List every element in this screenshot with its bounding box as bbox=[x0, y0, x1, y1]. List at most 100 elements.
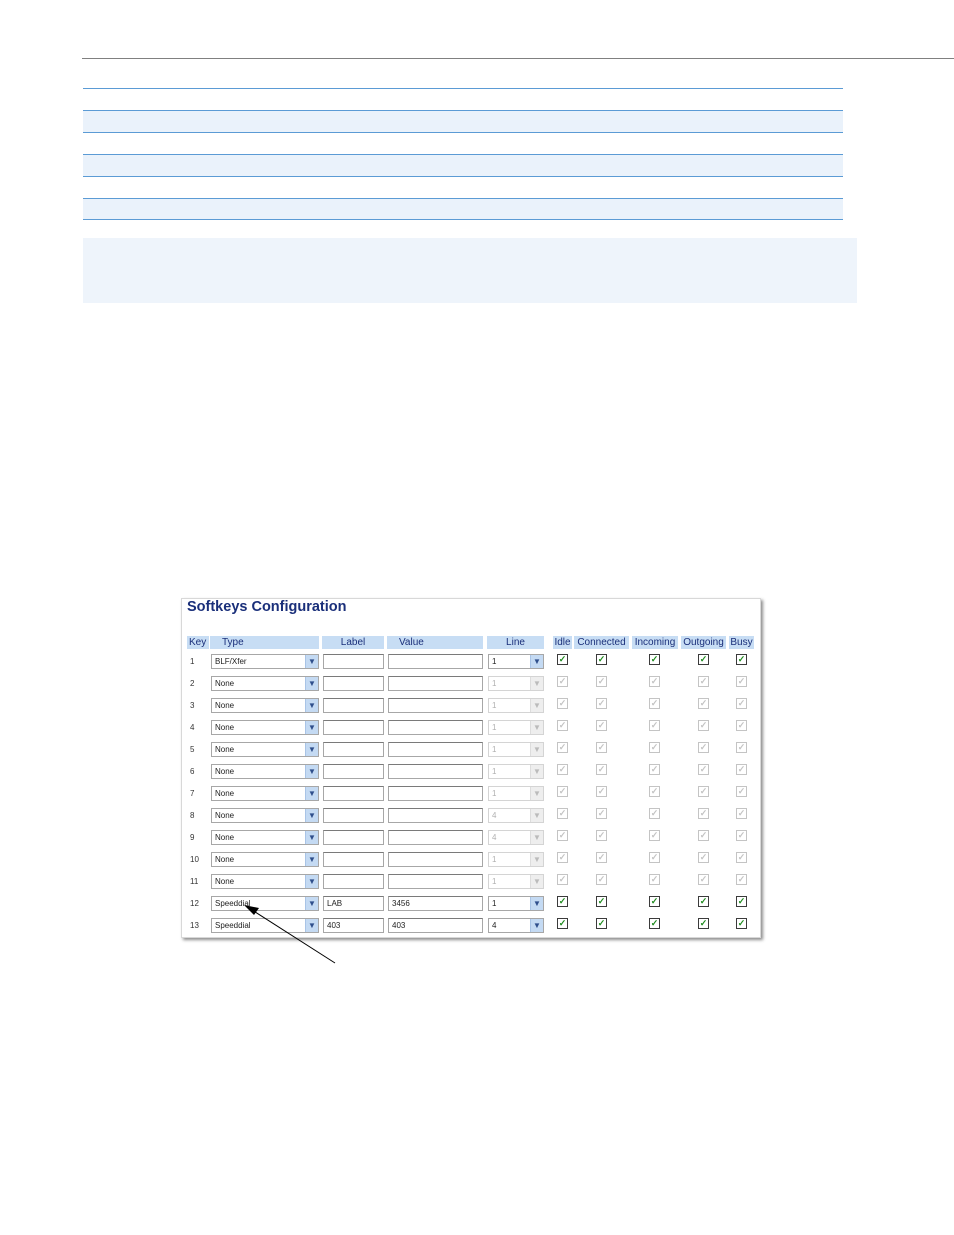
softkey-busy-checkbox[interactable]: ✓ bbox=[736, 764, 747, 775]
softkey-type-select[interactable]: None ▼ bbox=[211, 764, 319, 779]
softkey-incoming-checkbox[interactable]: ✓ bbox=[649, 874, 660, 885]
softkey-busy-checkbox[interactable]: ✓ bbox=[736, 742, 747, 753]
softkey-type-select[interactable]: None ▼ bbox=[211, 720, 319, 735]
softkey-value-input[interactable] bbox=[388, 720, 483, 735]
softkey-outgoing-checkbox[interactable]: ✓ bbox=[698, 720, 709, 731]
softkey-value-input[interactable] bbox=[388, 698, 483, 713]
softkey-type-select[interactable]: None ▼ bbox=[211, 808, 319, 823]
softkey-busy-checkbox[interactable]: ✓ bbox=[736, 896, 747, 907]
softkey-busy-checkbox[interactable]: ✓ bbox=[736, 786, 747, 797]
softkey-idle-checkbox[interactable]: ✓ bbox=[557, 742, 568, 753]
softkey-outgoing-checkbox[interactable]: ✓ bbox=[698, 764, 709, 775]
softkey-busy-checkbox[interactable]: ✓ bbox=[736, 808, 747, 819]
softkey-outgoing-checkbox[interactable]: ✓ bbox=[698, 874, 709, 885]
softkey-type-select[interactable]: None ▼ bbox=[211, 676, 319, 691]
softkey-value-input[interactable]: 403 bbox=[388, 918, 483, 933]
softkey-busy-checkbox[interactable]: ✓ bbox=[736, 720, 747, 731]
softkey-label-input[interactable] bbox=[323, 786, 384, 801]
softkey-incoming-checkbox[interactable]: ✓ bbox=[649, 786, 660, 797]
softkey-connected-checkbox[interactable]: ✓ bbox=[596, 764, 607, 775]
softkey-outgoing-checkbox[interactable]: ✓ bbox=[698, 918, 709, 929]
softkey-idle-checkbox[interactable]: ✓ bbox=[557, 918, 568, 929]
softkey-outgoing-checkbox[interactable]: ✓ bbox=[698, 698, 709, 709]
softkey-outgoing-checkbox[interactable]: ✓ bbox=[698, 896, 709, 907]
softkey-incoming-checkbox[interactable]: ✓ bbox=[649, 830, 660, 841]
softkey-busy-checkbox[interactable]: ✓ bbox=[736, 874, 747, 885]
softkey-line-select[interactable]: 1 ▼ bbox=[488, 698, 544, 713]
softkey-line-select[interactable]: 1 ▼ bbox=[488, 786, 544, 801]
softkey-idle-checkbox[interactable]: ✓ bbox=[557, 676, 568, 687]
softkey-incoming-checkbox[interactable]: ✓ bbox=[649, 852, 660, 863]
softkey-label-input[interactable] bbox=[323, 720, 384, 735]
softkey-outgoing-checkbox[interactable]: ✓ bbox=[698, 786, 709, 797]
softkey-busy-checkbox[interactable]: ✓ bbox=[736, 830, 747, 841]
softkey-value-input[interactable] bbox=[388, 786, 483, 801]
softkey-value-input[interactable] bbox=[388, 874, 483, 889]
softkey-idle-checkbox[interactable]: ✓ bbox=[557, 830, 568, 841]
softkey-connected-checkbox[interactable]: ✓ bbox=[596, 698, 607, 709]
softkey-idle-checkbox[interactable]: ✓ bbox=[557, 698, 568, 709]
softkey-connected-checkbox[interactable]: ✓ bbox=[596, 896, 607, 907]
softkey-value-input[interactable] bbox=[388, 654, 483, 669]
softkey-label-input[interactable] bbox=[323, 764, 384, 779]
softkey-busy-checkbox[interactable]: ✓ bbox=[736, 698, 747, 709]
softkey-outgoing-checkbox[interactable]: ✓ bbox=[698, 676, 709, 687]
softkey-outgoing-checkbox[interactable]: ✓ bbox=[698, 830, 709, 841]
softkey-type-select[interactable]: None ▼ bbox=[211, 830, 319, 845]
softkey-line-select[interactable]: 1 ▼ bbox=[488, 764, 544, 779]
softkey-idle-checkbox[interactable]: ✓ bbox=[557, 786, 568, 797]
softkey-connected-checkbox[interactable]: ✓ bbox=[596, 874, 607, 885]
softkey-label-input[interactable] bbox=[323, 654, 384, 669]
softkey-incoming-checkbox[interactable]: ✓ bbox=[649, 720, 660, 731]
softkey-line-select[interactable]: 4 ▼ bbox=[488, 808, 544, 823]
softkey-incoming-checkbox[interactable]: ✓ bbox=[649, 698, 660, 709]
softkey-outgoing-checkbox[interactable]: ✓ bbox=[698, 654, 709, 665]
softkey-connected-checkbox[interactable]: ✓ bbox=[596, 676, 607, 687]
softkey-idle-checkbox[interactable]: ✓ bbox=[557, 874, 568, 885]
softkey-line-select[interactable]: 1 ▼ bbox=[488, 874, 544, 889]
softkey-type-select[interactable]: BLF/Xfer ▼ bbox=[211, 654, 319, 669]
softkey-label-input[interactable] bbox=[323, 830, 384, 845]
softkey-type-select[interactable]: None ▼ bbox=[211, 852, 319, 867]
softkey-connected-checkbox[interactable]: ✓ bbox=[596, 918, 607, 929]
softkey-incoming-checkbox[interactable]: ✓ bbox=[649, 676, 660, 687]
softkey-value-input[interactable] bbox=[388, 830, 483, 845]
softkey-connected-checkbox[interactable]: ✓ bbox=[596, 852, 607, 863]
softkey-label-input[interactable] bbox=[323, 874, 384, 889]
softkey-outgoing-checkbox[interactable]: ✓ bbox=[698, 808, 709, 819]
softkey-busy-checkbox[interactable]: ✓ bbox=[736, 918, 747, 929]
softkey-outgoing-checkbox[interactable]: ✓ bbox=[698, 852, 709, 863]
softkey-label-input[interactable] bbox=[323, 676, 384, 691]
softkey-idle-checkbox[interactable]: ✓ bbox=[557, 654, 568, 665]
softkey-type-select[interactable]: None ▼ bbox=[211, 874, 319, 889]
softkey-value-input[interactable] bbox=[388, 764, 483, 779]
softkey-line-select[interactable]: 4 ▼ bbox=[488, 830, 544, 845]
softkey-idle-checkbox[interactable]: ✓ bbox=[557, 852, 568, 863]
softkey-busy-checkbox[interactable]: ✓ bbox=[736, 676, 747, 687]
softkey-line-select[interactable]: 1 ▼ bbox=[488, 720, 544, 735]
softkey-type-select[interactable]: None ▼ bbox=[211, 786, 319, 801]
softkey-line-select[interactable]: 1 ▼ bbox=[488, 896, 544, 911]
softkey-value-input[interactable] bbox=[388, 742, 483, 757]
softkey-connected-checkbox[interactable]: ✓ bbox=[596, 830, 607, 841]
softkey-incoming-checkbox[interactable]: ✓ bbox=[649, 764, 660, 775]
softkey-incoming-checkbox[interactable]: ✓ bbox=[649, 808, 660, 819]
softkey-incoming-checkbox[interactable]: ✓ bbox=[649, 654, 660, 665]
softkey-line-select[interactable]: 1 ▼ bbox=[488, 852, 544, 867]
softkey-connected-checkbox[interactable]: ✓ bbox=[596, 654, 607, 665]
softkey-label-input[interactable] bbox=[323, 742, 384, 757]
softkey-line-select[interactable]: 1 ▼ bbox=[488, 742, 544, 757]
softkey-idle-checkbox[interactable]: ✓ bbox=[557, 896, 568, 907]
softkey-label-input[interactable] bbox=[323, 698, 384, 713]
softkey-line-select[interactable]: 1 ▼ bbox=[488, 654, 544, 669]
softkey-outgoing-checkbox[interactable]: ✓ bbox=[698, 742, 709, 753]
softkey-value-input[interactable]: 3456 bbox=[388, 896, 483, 911]
softkey-idle-checkbox[interactable]: ✓ bbox=[557, 720, 568, 731]
softkey-incoming-checkbox[interactable]: ✓ bbox=[649, 918, 660, 929]
softkey-type-select[interactable]: None ▼ bbox=[211, 698, 319, 713]
softkey-value-input[interactable] bbox=[388, 808, 483, 823]
softkey-idle-checkbox[interactable]: ✓ bbox=[557, 808, 568, 819]
softkey-connected-checkbox[interactable]: ✓ bbox=[596, 808, 607, 819]
softkey-value-input[interactable] bbox=[388, 676, 483, 691]
softkey-busy-checkbox[interactable]: ✓ bbox=[736, 654, 747, 665]
